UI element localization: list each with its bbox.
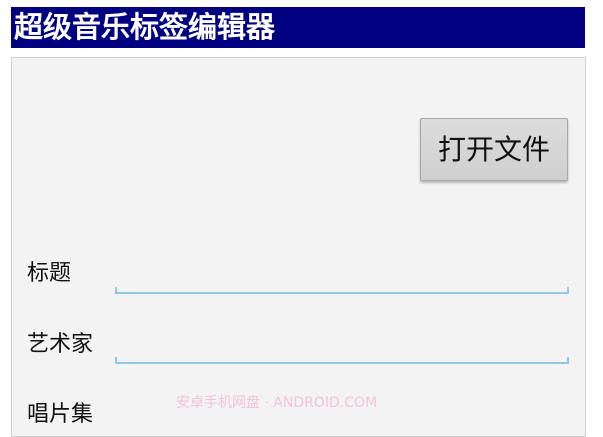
title-underline [115,292,569,294]
artist-field[interactable] [115,334,569,364]
title-field[interactable] [115,264,569,294]
artist-label: 艺术家 [27,332,94,357]
app-title: 超级音乐标签编辑器 [14,10,276,44]
app-title-bar: 超级音乐标签编辑器 [11,7,585,48]
open-file-button[interactable]: 打开文件 [420,118,568,181]
title-input[interactable] [115,264,569,294]
artist-input[interactable] [115,334,569,364]
watermark: 安卓手机网盘 · ANDROID.COM [176,395,378,411]
title-label: 标题 [27,261,72,286]
album-label: 唱片集 [27,402,94,427]
main-panel: 打开文件 标题 艺术家 唱片集 [11,57,586,437]
artist-underline [115,362,569,364]
